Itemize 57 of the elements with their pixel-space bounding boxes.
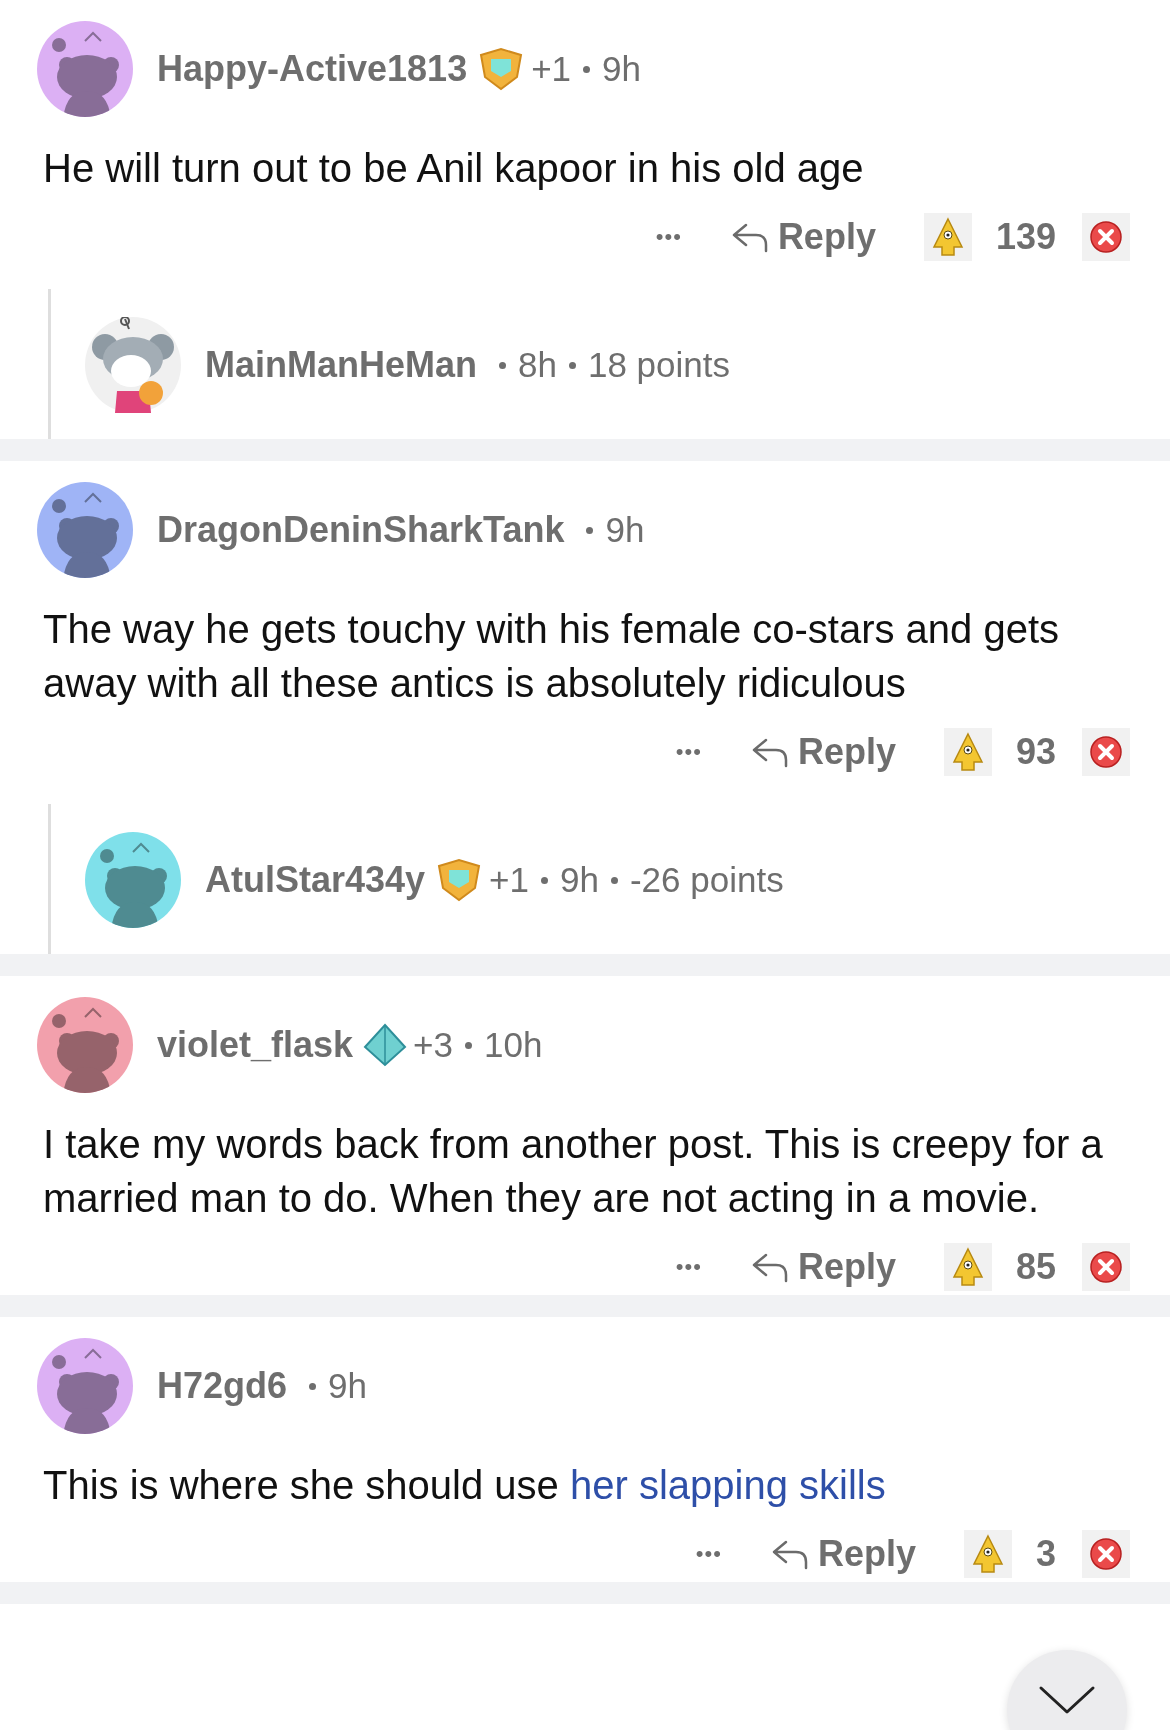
downvote-icon[interactable] — [1082, 1243, 1130, 1291]
crystal-icon — [363, 1023, 408, 1067]
timestamp: 8h — [518, 345, 557, 385]
vote-score: 139 — [995, 216, 1056, 258]
separator-dot-icon — [541, 876, 548, 884]
points-count: -26 points — [629, 860, 784, 900]
separator-dot-icon — [465, 1041, 472, 1049]
avatar[interactable] — [85, 832, 181, 928]
username[interactable]: H72gd6 — [157, 1365, 288, 1407]
more-button[interactable]: ••• — [675, 1254, 702, 1280]
upvote-icon[interactable] — [943, 1243, 992, 1291]
comment-text: He will turn out to be Anil kapoor in his old age — [43, 145, 865, 192]
comment-text: I take my words back from another post. This is creepy for a married man to do. When they are not acting in a movie. — [43, 1121, 1104, 1222]
points-count: 18 points — [587, 345, 731, 385]
award-count: +1 — [489, 860, 529, 900]
award-count: +3 — [413, 1025, 453, 1065]
more-button[interactable]: ••• — [675, 739, 702, 765]
comment-text: The way he gets touchy with his female co-stars and gets away with all these antics is absolutely ridiculous — [43, 606, 1061, 707]
avatar[interactable] — [37, 1338, 133, 1434]
timestamp: 9h — [560, 860, 599, 900]
timestamp: 9h — [328, 1366, 367, 1406]
avatar[interactable] — [85, 317, 181, 413]
timestamp: 9h — [602, 49, 641, 89]
upvote-icon[interactable] — [923, 213, 972, 261]
avatar[interactable] — [37, 21, 133, 117]
username[interactable]: AtulStar434y — [205, 859, 426, 901]
vote-score: 93 — [1015, 731, 1056, 773]
more-button[interactable]: ••• — [695, 1541, 722, 1567]
username[interactable]: Happy-Active1813 — [157, 48, 468, 90]
upvote-icon[interactable] — [963, 1530, 1012, 1578]
separator-dot-icon — [586, 526, 594, 534]
avatar[interactable] — [37, 482, 133, 578]
avatar[interactable] — [37, 997, 133, 1093]
link[interactable]: her slapping skills — [569, 1463, 886, 1507]
award-count: +1 — [531, 49, 572, 89]
username[interactable]: violet_flask — [157, 1024, 354, 1066]
comment-text: This is where she should use her slapping skills — [43, 1462, 887, 1509]
downvote-icon[interactable] — [1082, 728, 1130, 776]
separator-dot-icon — [568, 361, 576, 369]
username[interactable]: DragonDeninSharkTank — [157, 509, 565, 551]
separator-dot-icon — [583, 65, 591, 73]
separator-dot-icon — [610, 876, 618, 884]
separator-dot-icon — [309, 1382, 317, 1390]
downvote-icon[interactable] — [1082, 213, 1130, 261]
vote-score: 3 — [1035, 1533, 1056, 1575]
timestamp: 10h — [484, 1025, 543, 1065]
vote-score: 85 — [1015, 1246, 1056, 1288]
timestamp: 9h — [605, 510, 645, 550]
reply-button[interactable]: Reply — [769, 1533, 916, 1575]
username[interactable]: MainManHeMan — [205, 344, 478, 386]
reply-button[interactable]: Reply — [749, 731, 896, 773]
reply-button[interactable]: Reply — [729, 216, 876, 258]
reply-button[interactable]: Reply — [749, 1246, 896, 1288]
upvote-icon[interactable] — [943, 728, 992, 776]
downvote-icon[interactable] — [1082, 1530, 1130, 1578]
separator-dot-icon — [499, 361, 507, 369]
more-button[interactable]: ••• — [655, 224, 682, 250]
